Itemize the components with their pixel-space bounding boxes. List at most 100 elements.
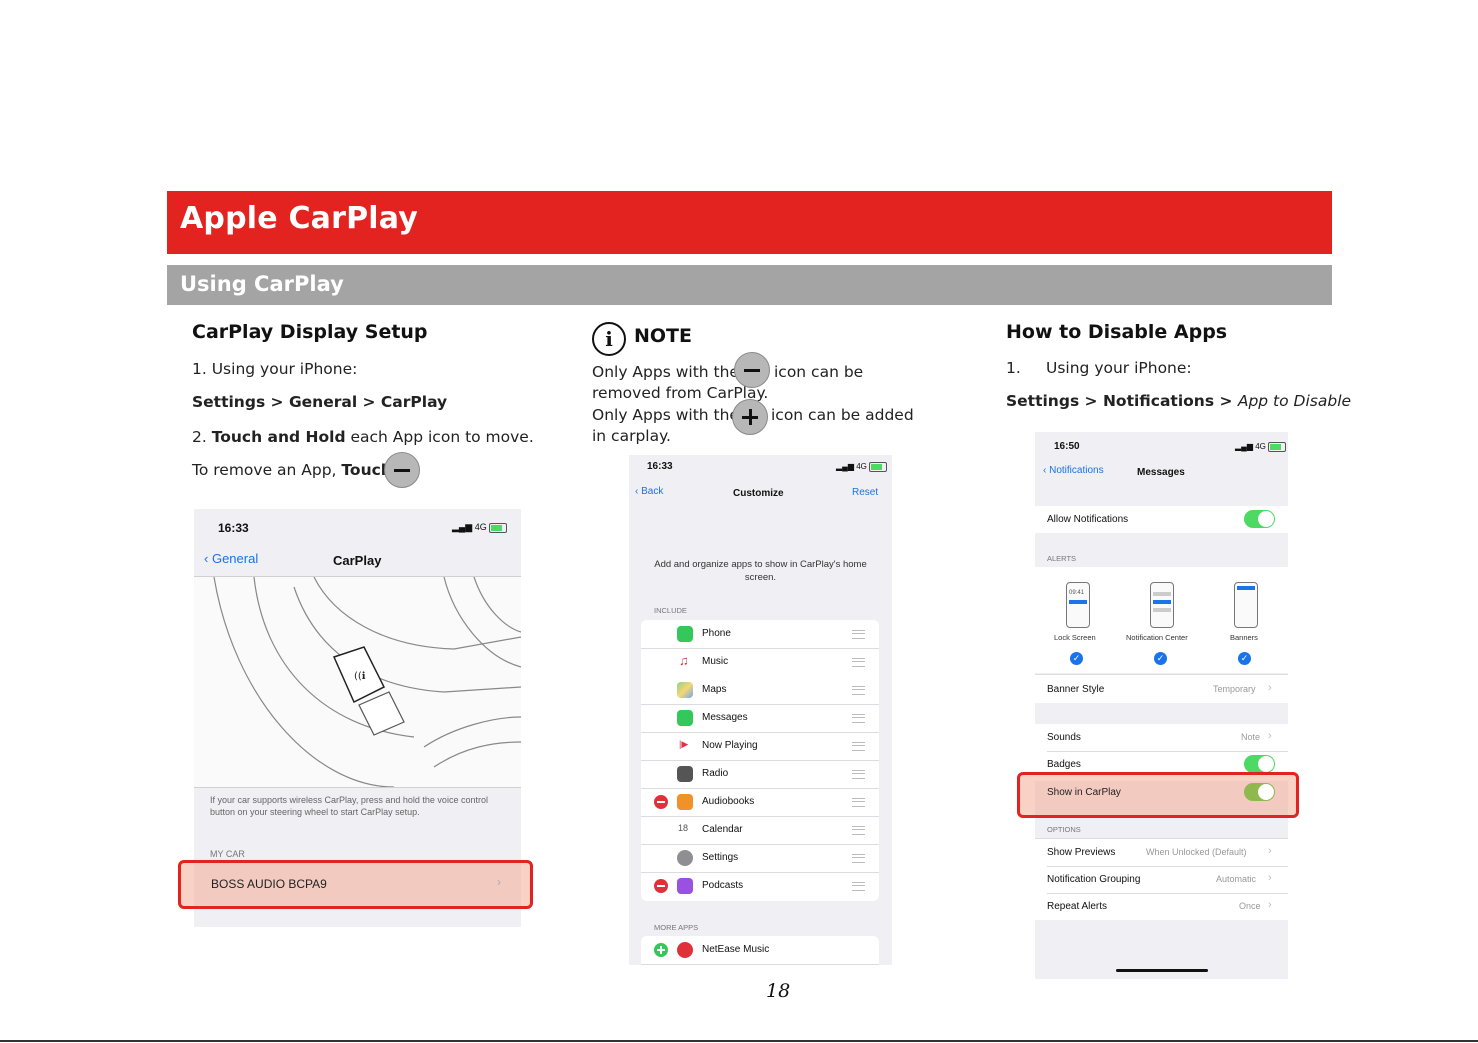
divider (1047, 893, 1288, 894)
list-item[interactable]: Messages (641, 704, 879, 733)
status-signal: ▂▄▆ 4G (836, 462, 888, 472)
step2-prefix: 2. (192, 428, 212, 446)
reorder-handle-icon[interactable] (852, 770, 865, 779)
banner-bar (1237, 586, 1255, 590)
checkmark-icon[interactable]: ✓ (1154, 652, 1167, 665)
sounds-value: Note (1241, 732, 1261, 742)
remove-app-icon[interactable] (654, 795, 668, 809)
list-item[interactable]: 18 Calendar (641, 816, 879, 845)
notification-center-preview[interactable] (1150, 582, 1174, 628)
reorder-handle-icon[interactable] (852, 854, 865, 863)
checkmark-icon[interactable]: ✓ (1070, 652, 1083, 665)
my-car-section-label: MY CAR (210, 849, 245, 859)
note1-a: Only Apps with the (592, 363, 739, 381)
reorder-handle-icon[interactable] (852, 826, 865, 835)
note-title: NOTE (634, 325, 692, 347)
list-item[interactable]: Podcasts (641, 872, 879, 900)
lock-screen-preview[interactable]: 09:41 (1066, 582, 1090, 628)
network-label: 4G (856, 462, 867, 472)
status-signal: ▂▄▆ 4G (452, 522, 508, 533)
app-name: Audiobooks (702, 796, 755, 807)
app-name: Maps (702, 684, 727, 695)
alerts-section-label: ALERTS (1047, 554, 1077, 563)
back-general-link[interactable]: ‹ General (204, 551, 258, 566)
radio-app-icon (677, 766, 693, 782)
banners-preview[interactable] (1234, 582, 1258, 628)
list-item[interactable]: Audiobooks (641, 788, 879, 817)
lock-time: 09:41 (1069, 590, 1085, 596)
list-item[interactable]: Settings (641, 844, 879, 873)
messages-app-icon (677, 710, 693, 726)
show-carplay-label: Show in CarPlay (1047, 787, 1121, 798)
grouping-value: Automatic (1216, 874, 1257, 884)
list-item[interactable]: NetEase Music (641, 936, 879, 965)
reorder-handle-icon[interactable] (852, 658, 865, 667)
remove-app-icon[interactable] (654, 879, 668, 893)
network-label: 4G (474, 522, 487, 532)
now-playing-icon: |▶ (679, 739, 689, 749)
repeat-label[interactable]: Repeat Alerts (1047, 901, 1107, 912)
info-icon: i (592, 322, 626, 356)
alert-type-label: Lock Screen (1054, 633, 1096, 642)
wireless-description: If your car supports wireless CarPlay, p… (210, 795, 488, 817)
reorder-handle-icon[interactable] (852, 630, 865, 639)
battery-icon (489, 522, 508, 533)
list-item[interactable]: |▶ Now Playing (641, 732, 879, 761)
status-time: 16:50 (1054, 441, 1080, 452)
svg-text:((ℹ: ((ℹ (354, 671, 366, 682)
banner-style-value: Temporary (1213, 684, 1256, 694)
divider (1047, 751, 1288, 752)
reorder-handle-icon[interactable] (852, 742, 865, 751)
chevron-right-icon: › (1268, 899, 1272, 911)
list-item[interactable]: Radio (641, 760, 879, 789)
allow-toggle[interactable] (1244, 510, 1275, 528)
badges-toggle[interactable] (1244, 755, 1275, 773)
note1-b: icon can be (774, 363, 864, 381)
banner-style-row[interactable]: Banner Style Temporary › (1035, 674, 1288, 703)
show-carplay-toggle[interactable] (1244, 783, 1275, 801)
car-row-highlight[interactable]: BOSS AUDIO BCPA9 › (178, 860, 533, 909)
show-in-carplay-highlight[interactable]: Show in CarPlay (1017, 772, 1299, 818)
alerts-card: 09:41 Lock Screen Notification Center Ba… (1035, 567, 1288, 673)
previews-label[interactable]: Show Previews (1047, 847, 1115, 858)
alert-type-label: Banners (1230, 633, 1258, 642)
app-name: Music (702, 656, 729, 667)
options-section-label: OPTIONS (1047, 825, 1081, 834)
lock-banner-bar (1069, 600, 1087, 604)
include-section-label: INCLUDE (654, 606, 687, 615)
reorder-handle-icon[interactable] (852, 714, 865, 723)
reorder-handle-icon[interactable] (852, 686, 865, 695)
banner-style-label: Banner Style (1047, 684, 1105, 695)
home-indicator (1116, 969, 1208, 972)
back-label: Back (641, 486, 664, 497)
allow-notifications-row[interactable]: Allow Notifications (1035, 506, 1288, 533)
plus-icon (732, 399, 768, 435)
reset-link[interactable]: Reset (852, 487, 878, 498)
list-item[interactable]: ♫ Music (641, 648, 879, 676)
checkmark-icon[interactable]: ✓ (1238, 652, 1251, 665)
note2-b: icon can be added (771, 406, 914, 424)
options-card: Show Previews When Unlocked (Default) › … (1035, 838, 1288, 920)
page-number: 18 (766, 980, 791, 1002)
grouping-label[interactable]: Notification Grouping (1047, 874, 1140, 885)
nav-title: Customize (733, 488, 784, 499)
back-link[interactable]: ‹ Back (635, 486, 663, 497)
step2-bold: Touch and Hold (211, 428, 346, 446)
add-app-icon[interactable] (654, 943, 668, 957)
steering-wheel-illustration: ((ℹ (194, 576, 521, 788)
audiobooks-app-icon (677, 794, 693, 810)
repeat-value: Once (1239, 901, 1261, 911)
customize-phone-screenshot: 16:33 ▂▄▆ 4G ‹ Back Customize Reset Add … (629, 455, 892, 965)
right-step1: Using your iPhone: (1046, 359, 1192, 377)
nc-bar (1153, 608, 1171, 612)
back-notifications-link[interactable]: ‹ Notifications (1043, 465, 1104, 476)
reorder-handle-icon[interactable] (852, 882, 865, 891)
allow-label: Allow Notifications (1047, 514, 1129, 525)
sounds-label[interactable]: Sounds (1047, 732, 1081, 743)
path-italic: App to Disable (1237, 392, 1352, 410)
app-name: Messages (702, 712, 748, 723)
list-item[interactable]: Phone (641, 620, 879, 649)
list-item[interactable]: Maps (641, 676, 879, 705)
reorder-handle-icon[interactable] (852, 798, 865, 807)
chevron-left-icon: ‹ (204, 551, 209, 566)
